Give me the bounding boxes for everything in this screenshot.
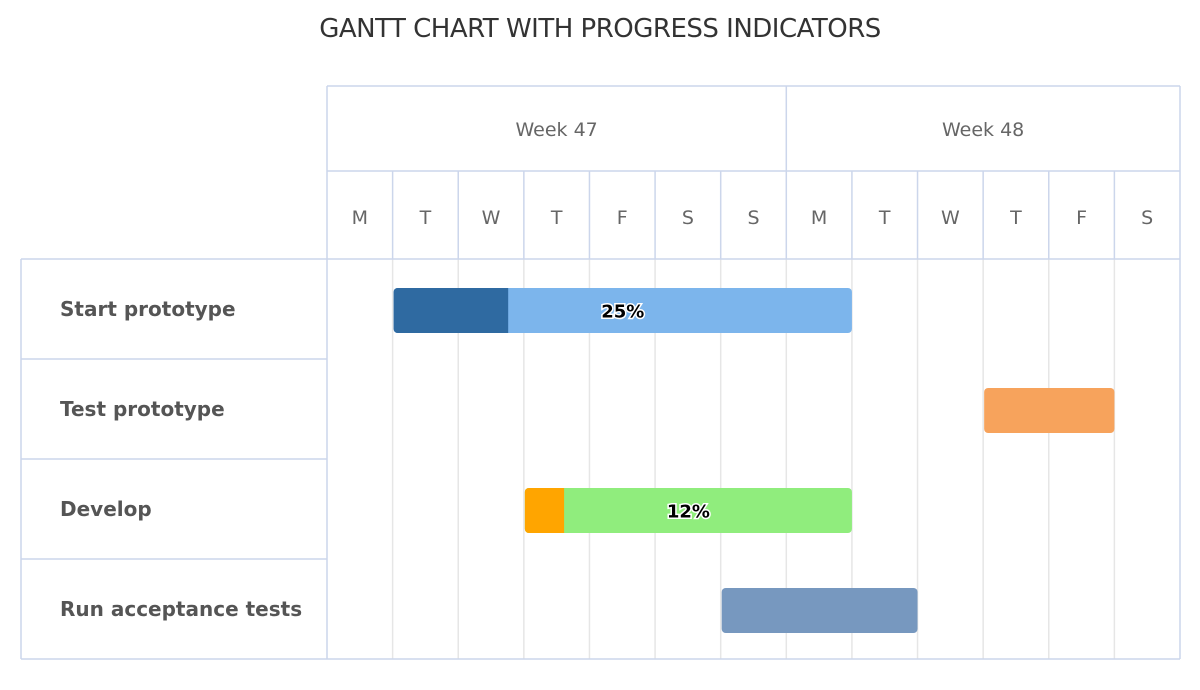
day-label: S bbox=[682, 207, 694, 229]
day-label: T bbox=[1009, 207, 1022, 229]
task-name-label: Run acceptance tests bbox=[60, 597, 302, 621]
week-label: Week 48 bbox=[942, 119, 1024, 141]
progress-label: 12% bbox=[667, 502, 710, 523]
day-label: W bbox=[941, 207, 960, 229]
day-label: W bbox=[482, 207, 501, 229]
day-label: M bbox=[811, 207, 827, 229]
task-progress-fill bbox=[393, 288, 509, 333]
day-label: S bbox=[747, 207, 759, 229]
task-progress-fill bbox=[524, 488, 565, 533]
week-label: Week 47 bbox=[516, 119, 598, 141]
day-label: T bbox=[878, 207, 891, 229]
day-label: T bbox=[550, 207, 563, 229]
progress-label: 25% bbox=[601, 302, 644, 323]
day-label: F bbox=[617, 207, 628, 229]
day-label: T bbox=[419, 207, 432, 229]
day-label: M bbox=[352, 207, 368, 229]
task-name-label: Start prototype bbox=[60, 297, 236, 321]
day-label: S bbox=[1141, 207, 1153, 229]
task-name-label: Test prototype bbox=[60, 397, 225, 421]
gantt-chart: Week 47 Week 48 M T W T F S S M T W T F S Start prototy… bbox=[20, 85, 1181, 660]
day-label: F bbox=[1076, 207, 1087, 229]
task-bar[interactable] bbox=[984, 388, 1115, 433]
task-bar[interactable] bbox=[721, 588, 918, 633]
task-name-label: Develop bbox=[60, 497, 152, 521]
